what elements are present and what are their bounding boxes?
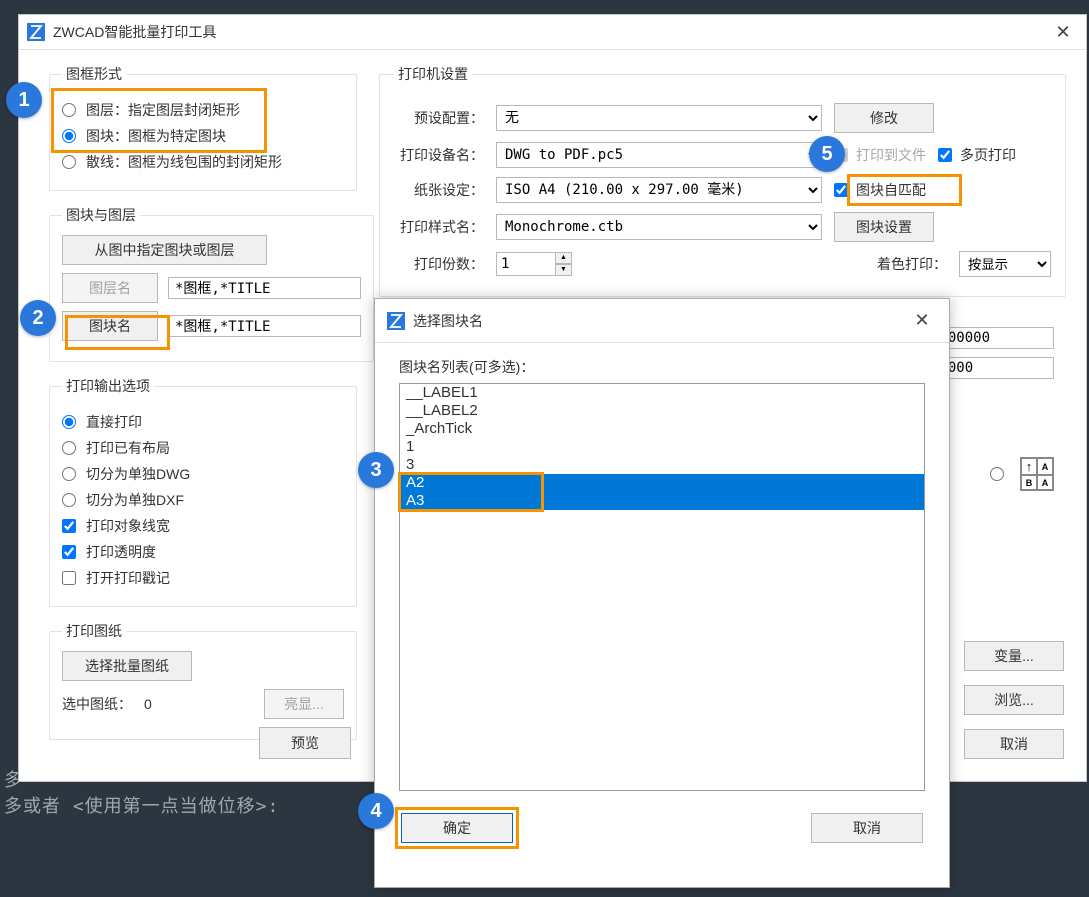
variables-button[interactable]: 变量... <box>964 641 1064 671</box>
printer-settings-group: 打印机设置 预设配置： 无 修改 打印设备名： DWG to PDF.pc5 打… <box>379 64 1066 297</box>
list-item[interactable]: 3 <box>400 456 924 474</box>
output-group: 打印输出选项 直接打印 打印已有布局 切分为单独DWG 切分为单独DXF 打印对… <box>49 376 357 607</box>
main-titlebar: ZWCAD智能批量打印工具 ✕ <box>19 15 1086 50</box>
print-drawing-group: 打印图纸 选择批量图纸 选中图纸： 0 亮显... <box>49 621 357 740</box>
badge-2: 2 <box>20 300 56 336</box>
ok-button[interactable]: 确定 <box>401 813 513 843</box>
shade-label: 着色打印： <box>877 254 947 274</box>
multi-page-check[interactable]: 多页打印 <box>938 145 1016 165</box>
print-drawing-legend: 打印图纸 <box>62 621 126 641</box>
block-name-button[interactable]: 图块名 <box>62 311 158 341</box>
browse-button[interactable]: 浏览... <box>964 685 1064 715</box>
orientation-icon: ↑ABA <box>1020 457 1054 491</box>
sub-titlebar: 选择图块名 ✕ <box>375 299 949 343</box>
selected-count-value: 0 <box>144 696 152 712</box>
sub-title: 选择图块名 <box>413 311 907 331</box>
highlight-button: 亮显... <box>264 689 344 719</box>
frame-block-radio-label: 图块：图框为特定图块 <box>86 126 226 146</box>
frame-block-radio-input[interactable] <box>62 129 76 143</box>
copies-spinner[interactable]: ▲▼ <box>496 252 572 276</box>
list-item[interactable]: __LABEL1 <box>400 384 924 402</box>
select-from-drawing-button[interactable]: 从图中指定图块或图层 <box>62 235 267 265</box>
output-stamp-check[interactable]: 打开打印戳记 <box>62 568 344 588</box>
cancel-button-main[interactable]: 取消 <box>964 729 1064 759</box>
print-to-file-check: 打印到文件 <box>834 145 926 165</box>
list-item[interactable]: 1 <box>400 438 924 456</box>
copies-label: 打印份数： <box>394 254 484 274</box>
frame-block-radio[interactable]: 图块：图框为特定图块 <box>62 126 344 146</box>
device-label: 打印设备名： <box>394 145 484 165</box>
device-select[interactable]: DWG to PDF.pc5 <box>496 142 822 168</box>
frame-scatter-radio-label: 散线：图框为线包围的封闭矩形 <box>86 152 282 172</box>
command-line-2: 多或者 <使用第一点当做位移>: <box>4 792 279 818</box>
window-title: ZWCAD智能批量打印工具 <box>53 22 1048 42</box>
list-item[interactable]: __LABEL2 <box>400 402 924 420</box>
block-settings-button[interactable]: 图块设置 <box>834 212 934 242</box>
shade-select[interactable]: 按显示 <box>959 251 1051 277</box>
block-layer-legend: 图块与图层 <box>62 205 140 225</box>
frame-scatter-radio[interactable]: 散线：图框为线包围的封闭矩形 <box>62 152 344 172</box>
app-icon <box>27 23 45 41</box>
selected-count-label: 选中图纸： <box>62 694 132 714</box>
frame-layer-radio-input[interactable] <box>62 103 76 117</box>
badge-1: 1 <box>6 82 42 118</box>
list-item[interactable]: A3 <box>400 492 924 510</box>
frame-style-group: 图框形式 图层：指定图层封闭矩形 图块：图框为特定图块 散线：图框为线包围的封闭… <box>49 64 357 191</box>
list-item[interactable]: _ArchTick <box>400 420 924 438</box>
output-direct-radio[interactable]: 直接打印 <box>62 412 344 432</box>
block-name-input[interactable] <box>168 315 361 337</box>
modify-button[interactable]: 修改 <box>834 103 934 133</box>
output-legend: 打印输出选项 <box>62 376 154 396</box>
copies-input[interactable] <box>496 252 556 276</box>
badge-5: 5 <box>809 136 845 172</box>
spinner-up-icon[interactable]: ▲ <box>556 252 572 264</box>
app-icon <box>387 312 405 330</box>
preset-select[interactable]: 无 <box>496 105 822 131</box>
block-name-listbox[interactable]: __LABEL1__LABEL2_ArchTick13A2A3 <box>399 383 925 791</box>
sub-dialog: 选择图块名 ✕ 图块名列表(可多选)： __LABEL1__LABEL2_Arc… <box>374 298 950 888</box>
badge-3: 3 <box>358 452 394 488</box>
list-item[interactable]: A2 <box>400 474 924 492</box>
paper-label: 纸张设定： <box>394 180 484 200</box>
output-transparency-check[interactable]: 打印透明度 <box>62 542 344 562</box>
output-layout-radio[interactable]: 打印已有布局 <box>62 438 344 458</box>
output-dxf-radio[interactable]: 切分为单独DXF <box>62 490 344 510</box>
select-batch-drawings-button[interactable]: 选择批量图纸 <box>62 651 192 681</box>
close-icon[interactable]: ✕ <box>907 306 937 336</box>
printer-settings-legend: 打印机设置 <box>394 64 472 84</box>
block-layer-group: 图块与图层 从图中指定图块或图层 图层名 图块名 <box>49 205 374 362</box>
frame-layer-radio-label: 图层：指定图层封闭矩形 <box>86 100 240 120</box>
style-select[interactable]: Monochrome.ctb <box>496 214 822 240</box>
output-dwg-radio[interactable]: 切分为单独DWG <box>62 464 344 484</box>
orientation-radio[interactable] <box>990 467 1004 481</box>
layer-name-input[interactable] <box>168 277 361 299</box>
style-label: 打印样式名： <box>394 217 484 237</box>
blocklist-label: 图块名列表(可多选)： <box>399 357 925 377</box>
frame-layer-radio[interactable]: 图层：指定图层封闭矩形 <box>62 100 344 120</box>
badge-4: 4 <box>358 793 394 829</box>
layer-name-button: 图层名 <box>62 273 158 303</box>
preset-label: 预设配置： <box>394 108 484 128</box>
auto-match-check[interactable]: 图块自匹配 <box>834 180 926 200</box>
paper-select[interactable]: ISO A4 (210.00 x 297.00 毫米) <box>496 177 822 203</box>
close-icon[interactable]: ✕ <box>1048 17 1078 47</box>
preview-button[interactable]: 预览 <box>259 727 351 759</box>
frame-style-legend: 图框形式 <box>62 64 126 84</box>
output-lineweight-check[interactable]: 打印对象线宽 <box>62 516 344 536</box>
spinner-down-icon[interactable]: ▼ <box>556 264 572 276</box>
frame-scatter-radio-input[interactable] <box>62 155 76 169</box>
cancel-button-sub[interactable]: 取消 <box>811 813 923 843</box>
